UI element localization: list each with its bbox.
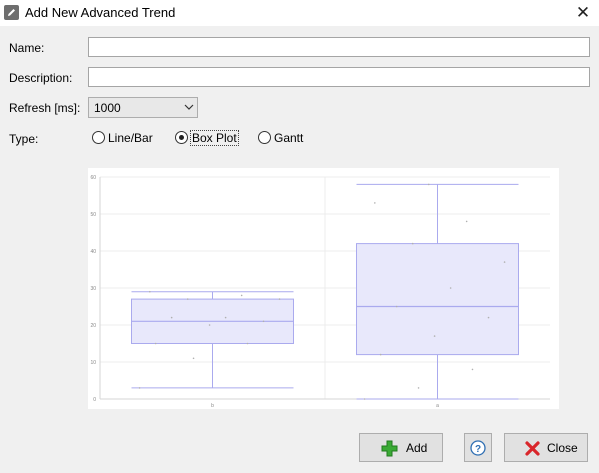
refresh-label: Refresh [ms]: [9,101,81,115]
data-point [208,324,211,326]
data-point [240,294,243,297]
data-point [417,387,420,389]
data-point [192,357,195,360]
data-point [154,342,157,345]
data-point [449,287,452,289]
data-point [427,183,430,186]
y-tick-label: 10 [90,360,96,366]
x-tick-label: a [436,403,439,409]
red-x-icon [525,441,540,456]
x-tick-label: b [211,403,214,409]
refresh-select[interactable]: 1000 [88,97,198,118]
title-bar: Add New Advanced Trend ✕ [0,0,599,26]
close-icon[interactable]: ✕ [573,3,593,23]
data-point [379,353,382,356]
radio-selected-dot [179,135,184,140]
data-point [224,316,227,319]
window-title: Add New Advanced Trend [25,5,176,20]
data-point [278,298,281,300]
plus-icon [381,440,398,457]
radio-line-bar-label[interactable]: Line/Bar [108,131,153,145]
data-point [262,320,265,323]
y-tick-label: 40 [90,249,96,255]
data-point [395,305,398,308]
y-tick-label: 60 [90,175,96,181]
box-plot-chart: 0 10 20 30 40 50 60 b a [88,168,559,409]
radio-box-plot-label[interactable]: Box Plot [190,130,239,146]
data-point [487,316,490,319]
data-point [471,368,474,371]
data-point [246,342,249,345]
pencil-icon [4,5,19,20]
data-point [186,298,189,300]
close-button[interactable]: Close [504,433,588,462]
add-button[interactable]: Add [359,433,443,462]
data-point [374,202,376,204]
radio-gantt-label[interactable]: Gantt [274,131,303,145]
refresh-select-value: 1000 [94,101,121,115]
box-a [356,243,519,356]
radio-gantt[interactable] [258,131,271,144]
question-icon: ? [470,440,486,456]
y-tick-label: 50 [90,212,96,218]
add-button-label: Add [406,441,428,455]
close-button-label: Close [547,441,578,455]
data-point [503,261,506,263]
data-point [411,242,414,245]
description-field[interactable] [88,67,590,87]
chevron-down-icon [184,104,194,110]
help-button[interactable]: ? [464,433,492,462]
data-point [363,398,366,400]
y-tick-label: 0 [93,397,96,403]
name-field[interactable] [88,37,590,57]
radio-box-plot[interactable] [175,131,188,144]
y-tick-label: 20 [90,323,96,329]
data-point [149,290,151,293]
y-tick-label: 30 [90,286,96,292]
data-point [433,335,436,337]
data-point [138,387,141,389]
radio-line-bar[interactable] [92,131,105,144]
name-label: Name: [9,41,45,55]
description-label: Description: [9,71,73,85]
data-point [170,316,173,319]
type-label: Type: [9,132,39,146]
svg-text:?: ? [475,444,481,455]
chart-canvas: 0 10 20 30 40 50 60 b a [90,175,550,409]
data-point [465,220,468,223]
